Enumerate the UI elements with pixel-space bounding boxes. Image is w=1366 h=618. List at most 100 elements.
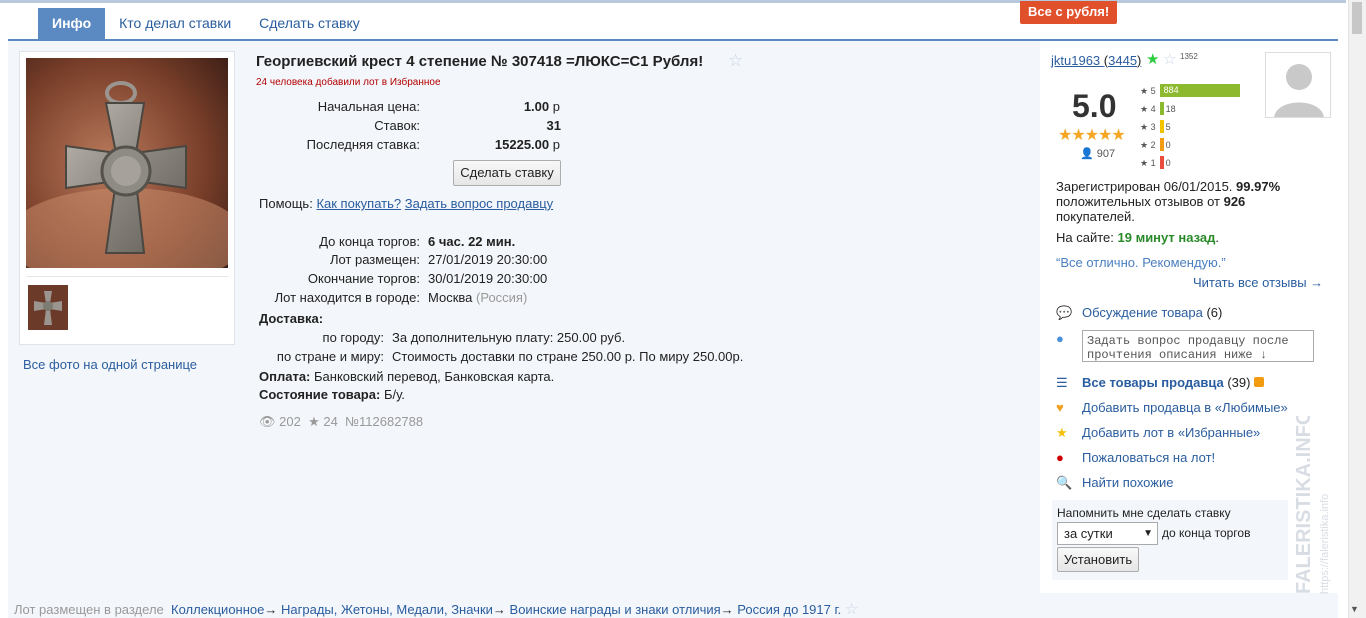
favorites-note: 24 человека добавили лот в Избранное <box>256 77 441 88</box>
bids-label: Ставок: <box>374 118 420 133</box>
scrollbar[interactable] <box>1348 0 1366 618</box>
online-label: На сайте: <box>1056 230 1114 245</box>
rating-bar-row: ★ 10 <box>1140 156 1171 170</box>
rating-bar-count: 0 <box>1165 140 1171 150</box>
promo-badge[interactable]: Все с рубля! <box>1020 1 1118 24</box>
breadcrumb-item[interactable]: Коллекционное <box>171 602 264 617</box>
seller-avatar[interactable] <box>1265 52 1331 118</box>
payment-label: Оплата: <box>259 369 311 384</box>
registered-text: Зарегистрирован 06/01/2015. <box>1056 179 1233 194</box>
country-value: (Россия) <box>476 290 528 305</box>
all-photos-link[interactable]: Все фото на одной странице <box>23 357 197 372</box>
watermark-line1: FALERISTIKA.INFO <box>1293 416 1315 594</box>
small-star-icon: ★ <box>1140 104 1151 114</box>
positive-text-b: покупателей. <box>1056 209 1135 224</box>
breadcrumb: Лот размещен в разделе Коллекционное→ На… <box>14 600 858 618</box>
stars-count: 24 <box>323 414 338 429</box>
remind-select-value: за сутки <box>1064 526 1113 541</box>
scrollbar-thumb[interactable] <box>1352 2 1362 34</box>
rating-bar-stars: 1 <box>1150 158 1156 168</box>
small-star-icon: ★ <box>1140 86 1151 96</box>
currency: р <box>552 137 560 152</box>
place-bid-button[interactable]: Сделать ставку <box>453 160 561 186</box>
favorite-star-icon[interactable]: ☆ <box>728 51 743 71</box>
last-bid-value: 15225.00 <box>494 137 550 152</box>
help-label: Помощь: <box>259 196 313 211</box>
placed-label: Лот размещен: <box>329 252 420 267</box>
lot-number: №112682788 <box>345 414 424 429</box>
online-value: 19 минут назад <box>1117 230 1216 245</box>
review-quote: “Все отлично. Рекомендую.” <box>1056 255 1226 270</box>
rating-bar-fill <box>1159 156 1164 169</box>
breadcrumb-item[interactable]: Награды, Жетоны, Медали, Значки <box>281 602 493 617</box>
registration-info: Зарегистрирован 06/01/2015. 99.97% полож… <box>1056 179 1326 224</box>
tab-place-bid[interactable]: Сделать ставку <box>245 8 374 40</box>
tab-info[interactable]: Инфо <box>38 8 106 40</box>
set-reminder-button[interactable]: Установить <box>1057 547 1139 572</box>
start-price-label: Начальная цена: <box>317 99 420 114</box>
add-seller-fav-link[interactable]: Добавить продавца в «Любимые» <box>1082 400 1288 415</box>
lot-main-photo[interactable] <box>26 58 228 268</box>
read-all-reviews-link[interactable]: Читать все отзывы → <box>1193 275 1323 290</box>
breadcrumb-item[interactable]: Воинские награды и знаки отличия <box>510 602 721 617</box>
breadcrumb-sep: → <box>720 602 734 617</box>
remind-label: Напомнить мне сделать ставку <box>1057 506 1231 520</box>
lot-stats: 👁 202 ★ 24 №112682788 <box>259 414 423 430</box>
eye-icon: 👁 <box>259 414 276 429</box>
breadcrumb-item[interactable]: Россия до 1917 г. <box>737 602 841 617</box>
rating-bar-stars: 3 <box>1150 122 1156 132</box>
delivery-world-value: Стоимость доставки по стране 250.00 р. П… <box>392 349 744 364</box>
scroll-down-arrow-icon[interactable]: ▼ <box>1350 604 1359 614</box>
rating-bar-stars: 5 <box>1150 86 1156 96</box>
outline-star-icon: ☆ <box>1163 51 1177 68</box>
add-lot-fav-link[interactable]: Добавить лот в «Избранные» <box>1082 425 1260 440</box>
breadcrumb-label: Лот размещен в разделе <box>14 602 164 617</box>
city: Москва (Россия) <box>428 290 527 305</box>
city-value: Москва <box>428 290 473 305</box>
list-icon: ☰ <box>1056 375 1068 390</box>
small-star-icon: ★ <box>1140 158 1151 168</box>
online-status: На сайте: 19 минут назад. <box>1056 230 1219 245</box>
person-icon: 👤 <box>1080 148 1094 160</box>
discuss-link[interactable]: Обсуждение товара (6) <box>1082 305 1222 320</box>
remind-suffix: до конца торгов <box>1162 526 1251 540</box>
find-similar-link[interactable]: Найти похожие <box>1082 475 1173 490</box>
feedback-close: ) <box>1137 53 1142 68</box>
rating-bar-fill <box>1159 138 1164 151</box>
watermark-line2: https://faleristika.info <box>1319 494 1331 594</box>
rating-bar-fill <box>1159 102 1164 115</box>
breadcrumb-star-icon[interactable]: ☆ <box>845 601 858 618</box>
feedback-count-link[interactable]: 3445 <box>1108 53 1137 68</box>
green-star-icon: ★ <box>1146 51 1160 68</box>
report-link[interactable]: Пожаловаться на лот! <box>1082 450 1215 465</box>
seller-small-count: 1352 <box>1180 52 1198 61</box>
chevron-down-icon: ▼ <box>1143 528 1153 539</box>
tab-bidders[interactable]: Кто делал ставки <box>105 8 245 40</box>
all-goods-link[interactable]: Все товары продавца (39) <box>1082 375 1265 390</box>
discuss-count: (6) <box>1206 305 1223 320</box>
warning-icon: ● <box>1056 450 1064 465</box>
top-border <box>0 0 1346 3</box>
positive-buyers: 926 <box>1223 194 1246 209</box>
heart-icon: ♥ <box>1056 400 1064 415</box>
rating-bar-count: 0 <box>1165 158 1171 168</box>
photo-box <box>19 51 235 345</box>
how-to-buy-link[interactable]: Как покупать? <box>316 196 401 211</box>
rating-stars-icon: ★★★★★ <box>1058 127 1126 144</box>
rating-bar-count: 18 <box>1165 104 1176 114</box>
ask-seller-textarea[interactable]: Задать вопрос продавцу после прочтения о… <box>1082 330 1314 362</box>
delivery-city-value: За дополнительную плату: 250.00 руб. <box>392 330 626 345</box>
seller-name-link[interactable]: jktu1963 <box>1051 53 1100 68</box>
lot-thumbnail[interactable] <box>28 285 68 330</box>
start-price-value: 1.00 <box>523 99 550 114</box>
help-row: Помощь: Как покупать? Задать вопрос прод… <box>259 196 553 211</box>
rating-bar-stars: 4 <box>1150 104 1156 114</box>
ask-seller-link[interactable]: Задать вопрос продавцу <box>405 196 553 211</box>
rss-icon[interactable] <box>1254 377 1265 387</box>
breadcrumb-sep: → <box>264 602 278 617</box>
thumb-separator <box>26 276 228 277</box>
remind-select[interactable]: за сутки ▼ <box>1057 522 1158 545</box>
payment-value: Банковский перевод, Банковская карта. <box>314 369 555 384</box>
reviewers: 👤 907 <box>1080 147 1115 160</box>
all-goods-count: (39) <box>1227 375 1251 390</box>
